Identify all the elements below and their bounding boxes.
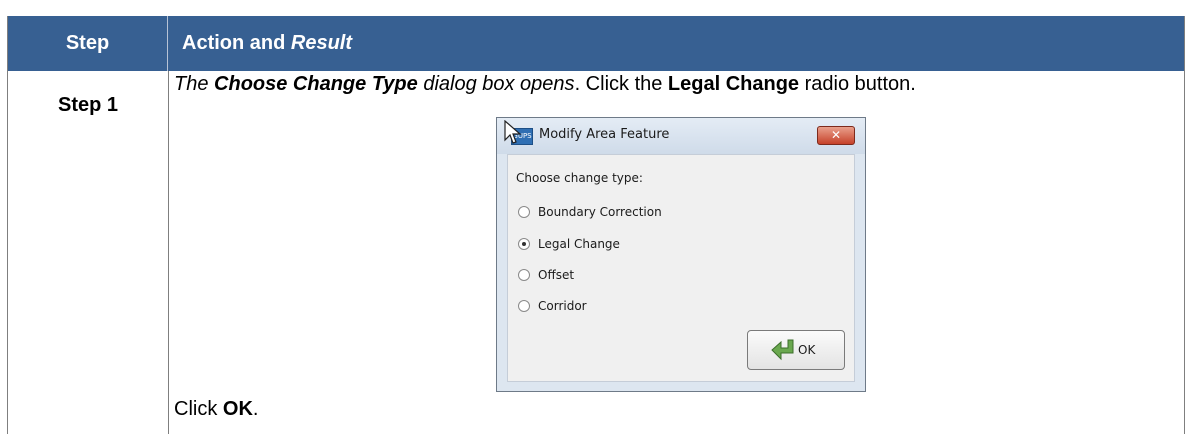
final-text-2: . (252, 398, 259, 420)
header-result-text: Result (290, 32, 353, 54)
final-instruction: Click OK. (174, 398, 258, 421)
ok-label: OK (798, 343, 816, 357)
step-instruction: The Choose Change Type dialog box opens.… (174, 73, 916, 96)
option-offset[interactable]: Offset (518, 267, 574, 283)
final-ok-name: OK (222, 398, 253, 420)
instruction-text-2: dialog box opens (417, 73, 575, 95)
step-label: Step 1 (57, 94, 119, 116)
ok-button[interactable]: OK (747, 330, 845, 370)
green-arrow-icon (771, 339, 794, 361)
option-legal-change[interactable]: Legal Change (518, 236, 620, 252)
dialog-title: Modify Area Feature (539, 127, 670, 142)
instruction-dialog-name: Choose Change Type (214, 73, 418, 95)
option-label: Boundary Correction (538, 205, 662, 219)
close-button[interactable]: ✕ (817, 126, 855, 145)
instruction-option-name: Legal Change (667, 73, 800, 95)
header-step: Step (8, 16, 168, 71)
option-label: Offset (538, 268, 575, 282)
header-action-text: Action and (182, 32, 291, 54)
option-boundary-correction[interactable]: Boundary Correction (518, 204, 662, 220)
option-label: Legal Change (538, 237, 620, 251)
final-text-1: Click (174, 398, 223, 420)
option-label: Corridor (538, 299, 587, 313)
dialog-body: Choose change type: Boundary Correction … (507, 154, 855, 382)
radio-icon[interactable] (518, 206, 530, 218)
radio-icon[interactable] (518, 269, 530, 281)
column-divider (168, 71, 169, 434)
table-header: Step Action and Result (8, 16, 1184, 71)
radio-icon[interactable] (518, 300, 530, 312)
instruction-text-1: The (174, 73, 215, 95)
option-corridor[interactable]: Corridor (518, 298, 587, 314)
instruction-text-3: . Click the (574, 73, 668, 95)
header-action-result: Action and Result (182, 16, 352, 71)
change-type-prompt: Choose change type: (516, 171, 643, 185)
instruction-text-4: radio button. (799, 73, 916, 95)
modify-area-feature-dialog: GUPS Modify Area Feature ✕ Choose change… (496, 117, 866, 392)
dialog-title-bar: GUPS Modify Area Feature ✕ (497, 118, 865, 154)
mouse-cursor-icon (504, 120, 522, 144)
radio-checked-icon[interactable] (518, 238, 530, 250)
